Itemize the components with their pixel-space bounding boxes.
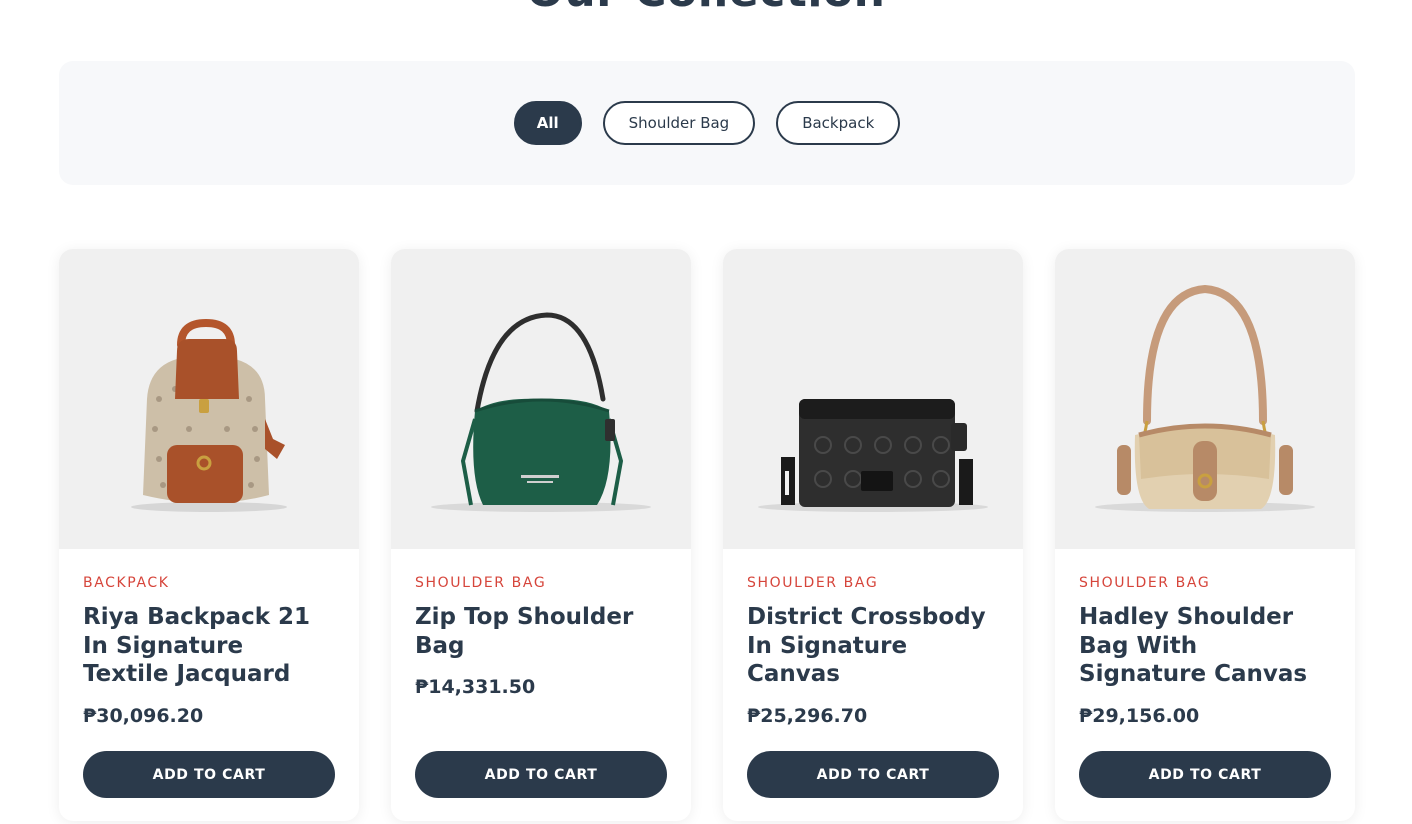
product-info: BACKPACK Riya Backpack 21 In Signature T…	[59, 549, 359, 821]
product-card[interactable]: BACKPACK Riya Backpack 21 In Signature T…	[59, 249, 359, 821]
product-category: SHOULDER BAG	[747, 575, 879, 591]
product-price: ₱14,331.50	[415, 676, 536, 698]
product-name[interactable]: Zip Top Shoulder Bag	[415, 603, 667, 660]
product-price: ₱25,296.70	[747, 704, 868, 727]
product-image[interactable]	[1055, 249, 1355, 549]
product-category: SHOULDER BAG	[415, 575, 547, 591]
product-grid: BACKPACK Riya Backpack 21 In Signature T…	[59, 249, 1355, 821]
product-name[interactable]: Hadley Shoulder Bag With Signature Canva…	[1079, 603, 1331, 689]
beige-shoulder-bag-icon	[1095, 284, 1315, 512]
product-card[interactable]: SHOULDER BAG Zip Top Shoulder Bag ₱14,33…	[391, 249, 691, 821]
product-card[interactable]: SHOULDER BAG District Crossbody In Signa…	[723, 249, 1023, 821]
product-name[interactable]: District Crossbody In Signature Canvas	[747, 603, 999, 689]
filter-all-button[interactable]: All	[513, 101, 582, 145]
product-info: SHOULDER BAG District Crossbody In Signa…	[723, 549, 1023, 821]
product-name[interactable]: Riya Backpack 21 In Signature Textile Ja…	[83, 603, 335, 689]
add-to-cart-button[interactable]: ADD TO CART	[83, 751, 335, 798]
product-image[interactable]	[723, 249, 1023, 549]
product-price: ₱29,156.00	[1079, 704, 1200, 727]
product-info: SHOULDER BAG Zip Top Shoulder Bag ₱14,33…	[391, 549, 691, 821]
add-to-cart-button[interactable]: ADD TO CART	[1079, 751, 1331, 798]
black-crossbody-bag-icon	[758, 399, 988, 512]
product-image[interactable]	[59, 249, 359, 549]
filter-shoulder-bag-button[interactable]: Shoulder Bag	[602, 101, 756, 145]
filter-backpack-button[interactable]: Backpack	[776, 101, 901, 145]
add-to-cart-button[interactable]: ADD TO CART	[415, 751, 667, 798]
product-image[interactable]	[391, 249, 691, 549]
product-category: BACKPACK	[83, 575, 170, 591]
filter-bar: All Shoulder Bag Backpack	[59, 61, 1355, 185]
section-title: Our Collection	[0, 0, 1412, 17]
collection-page: Our Collection All Shoulder Bag Backpack	[0, 0, 1412, 824]
add-to-cart-button[interactable]: ADD TO CART	[747, 751, 999, 798]
backpack-icon	[131, 318, 287, 512]
product-price: ₱30,096.20	[83, 704, 204, 727]
product-info: SHOULDER BAG Hadley Shoulder Bag With Si…	[1055, 549, 1355, 821]
product-card[interactable]: SHOULDER BAG Hadley Shoulder Bag With Si…	[1055, 249, 1355, 821]
product-category: SHOULDER BAG	[1079, 575, 1211, 591]
green-shoulder-bag-icon	[431, 312, 651, 512]
